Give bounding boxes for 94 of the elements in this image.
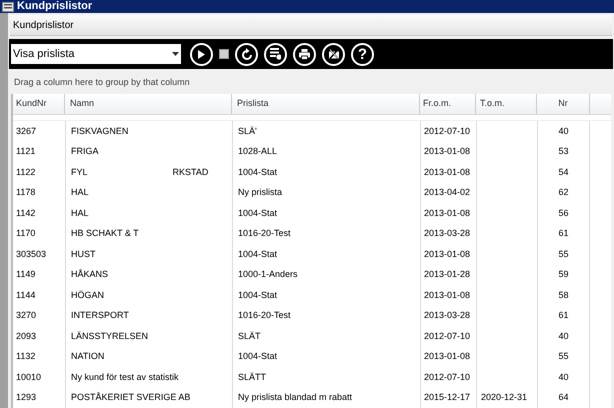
table-cell-text: 2013-01-08 — [424, 145, 470, 158]
table-cell-text: INTERSPORT — [71, 309, 129, 322]
table-cell-text: 2013-04-02 — [424, 186, 470, 199]
table-cell-text: 1293 — [16, 391, 36, 404]
column-header[interactable]: Prislista — [232, 94, 420, 114]
table-cell-text: HUST — [71, 248, 96, 260]
table-cell-text: 2013-03-28 — [424, 309, 470, 322]
table-cell-text: 1000-1-Anders — [238, 268, 298, 281]
window-title: Kundprislistor — [17, 1, 92, 12]
table-cell-text: 1142 — [16, 206, 36, 220]
table-cell: Ny kund för test av statistik — [71, 370, 179, 384]
printer-icon — [299, 48, 310, 60]
table-cell-text: 1004-Stat — [238, 166, 278, 178]
table-cell-text: 1132 — [16, 350, 36, 363]
table-cell-text: 1004-Stat — [238, 248, 278, 260]
excel-button[interactable] — [322, 42, 345, 66]
table-cell-text: 62 — [558, 186, 568, 199]
table-cell-text: FRIGA — [71, 145, 99, 158]
table-cell-text: 55 — [558, 248, 568, 260]
table-cell-text: 2012-07-10 — [424, 370, 470, 384]
table-cell-text: 3270 — [16, 309, 36, 322]
table-cell-text: 61 — [558, 309, 568, 322]
table-cell-text: Ny prislista — [238, 186, 282, 199]
column-header[interactable]: T.o.m. — [476, 94, 537, 114]
table-cell-text: 2015-12-17 — [424, 391, 470, 404]
table-cell-text: NATION — [71, 350, 104, 363]
table-cell-text: 1121 — [16, 145, 36, 158]
list-remove-button[interactable] — [264, 42, 287, 66]
table-cell-text: HB SCHAKT & T — [71, 227, 139, 240]
table-cell-text: 59 — [558, 268, 568, 281]
table-cell-text: 2013-01-08 — [424, 166, 470, 178]
table-cell-text: 1004-Stat — [238, 350, 278, 363]
column-header[interactable]: Fr.o.m. — [420, 94, 476, 114]
list-remove-icon — [270, 48, 282, 60]
table-cell-text: 40 — [558, 124, 568, 138]
table-cell-text: 2013-03-28 — [424, 227, 470, 240]
table-cell-text: 2012-07-10 — [424, 124, 470, 138]
refresh-button[interactable] — [235, 42, 258, 66]
table-cell-text: 10010 — [16, 370, 42, 384]
table-cell-text: 1178 — [16, 186, 36, 199]
table-cell-text: SLÄ' — [238, 124, 257, 138]
table-cell-text: 2013-01-28 — [424, 268, 470, 281]
table-cell-text: 1016-20-Test — [238, 309, 291, 322]
table-cell-text: 1149 — [16, 268, 36, 281]
table-cell-text: 1122 — [16, 166, 36, 178]
table-cell-text: HÅKANS — [71, 268, 108, 281]
table-cell-text: 64 — [558, 391, 568, 404]
table-cell-text: FISKVAGNEN — [71, 124, 128, 138]
table-cell-text: 2013-01-08 — [424, 248, 470, 260]
table-cell-text: 2013-01-08 — [424, 206, 470, 220]
refresh-icon — [242, 48, 252, 60]
table-cell-text: 54 — [558, 166, 568, 178]
dropdown-arrow-icon — [172, 52, 179, 56]
table-cell-text: 40 — [558, 370, 568, 384]
column-header[interactable]: KundNr — [13, 94, 65, 114]
table-cell-text: 56 — [558, 206, 568, 220]
table-cell-text: 40 — [558, 330, 568, 342]
table-cell-text: RKSTAD — [172, 166, 208, 178]
spreadsheet-icon — [328, 49, 338, 59]
print-button[interactable] — [293, 42, 316, 66]
table-cell-text: 1004-Stat — [238, 288, 278, 302]
table-cell-text: 303503 — [16, 248, 46, 260]
table-cell-text: 58 — [558, 288, 568, 302]
table-cell-text: SLÄT — [238, 330, 261, 342]
play-icon — [198, 50, 205, 58]
table-cell-text: 1004-Stat — [238, 206, 278, 220]
list-dropdown[interactable]: Visa prislista — [11, 44, 181, 64]
table-cell-text: 61 — [558, 227, 568, 240]
table-cell-text: 1144 — [16, 288, 36, 302]
table-cell-text: 1016-20-Test — [238, 227, 291, 240]
table-cell-text: SLÄTT — [238, 370, 266, 384]
play-button[interactable] — [190, 42, 213, 66]
table-cell-text: Ny prislista blandad m rabatt — [238, 391, 352, 404]
table-cell-text: 2013-01-08 — [424, 350, 470, 363]
column-header[interactable]: Namn — [65, 94, 232, 114]
table-cell-text: 3267 — [16, 124, 36, 138]
table-cell-text: 2013-01-08 — [424, 288, 470, 302]
table-cell-text: HÖGAN — [71, 288, 104, 302]
table-cell-text: HAL — [71, 206, 89, 220]
table-cell-text: 1028-ALL — [238, 145, 278, 158]
table-cell-text: LÄNSSTYRELSEN — [71, 330, 148, 342]
table-cell-text: POSTÅKERIET SVERIGE AB — [71, 391, 190, 404]
help-button[interactable]: ? — [351, 42, 374, 66]
table-cell-text: 2012-07-10 — [424, 330, 470, 342]
column-header[interactable]: Nr — [537, 94, 590, 114]
table-cell-text: 2020-12-31 — [481, 391, 528, 404]
panel-title: Kundprislistor — [13, 18, 74, 32]
table-cell-text: 55 — [558, 350, 568, 363]
table-cell-text: 53 — [558, 145, 568, 158]
table-cell-text: 2093 — [16, 330, 36, 342]
table-cell-text: 1170 — [16, 227, 36, 240]
table-cell-text: FYL — [71, 166, 88, 178]
group-hint: Drag a column here to group by that column — [14, 76, 190, 90]
table-cell-text: HAL — [71, 186, 89, 199]
